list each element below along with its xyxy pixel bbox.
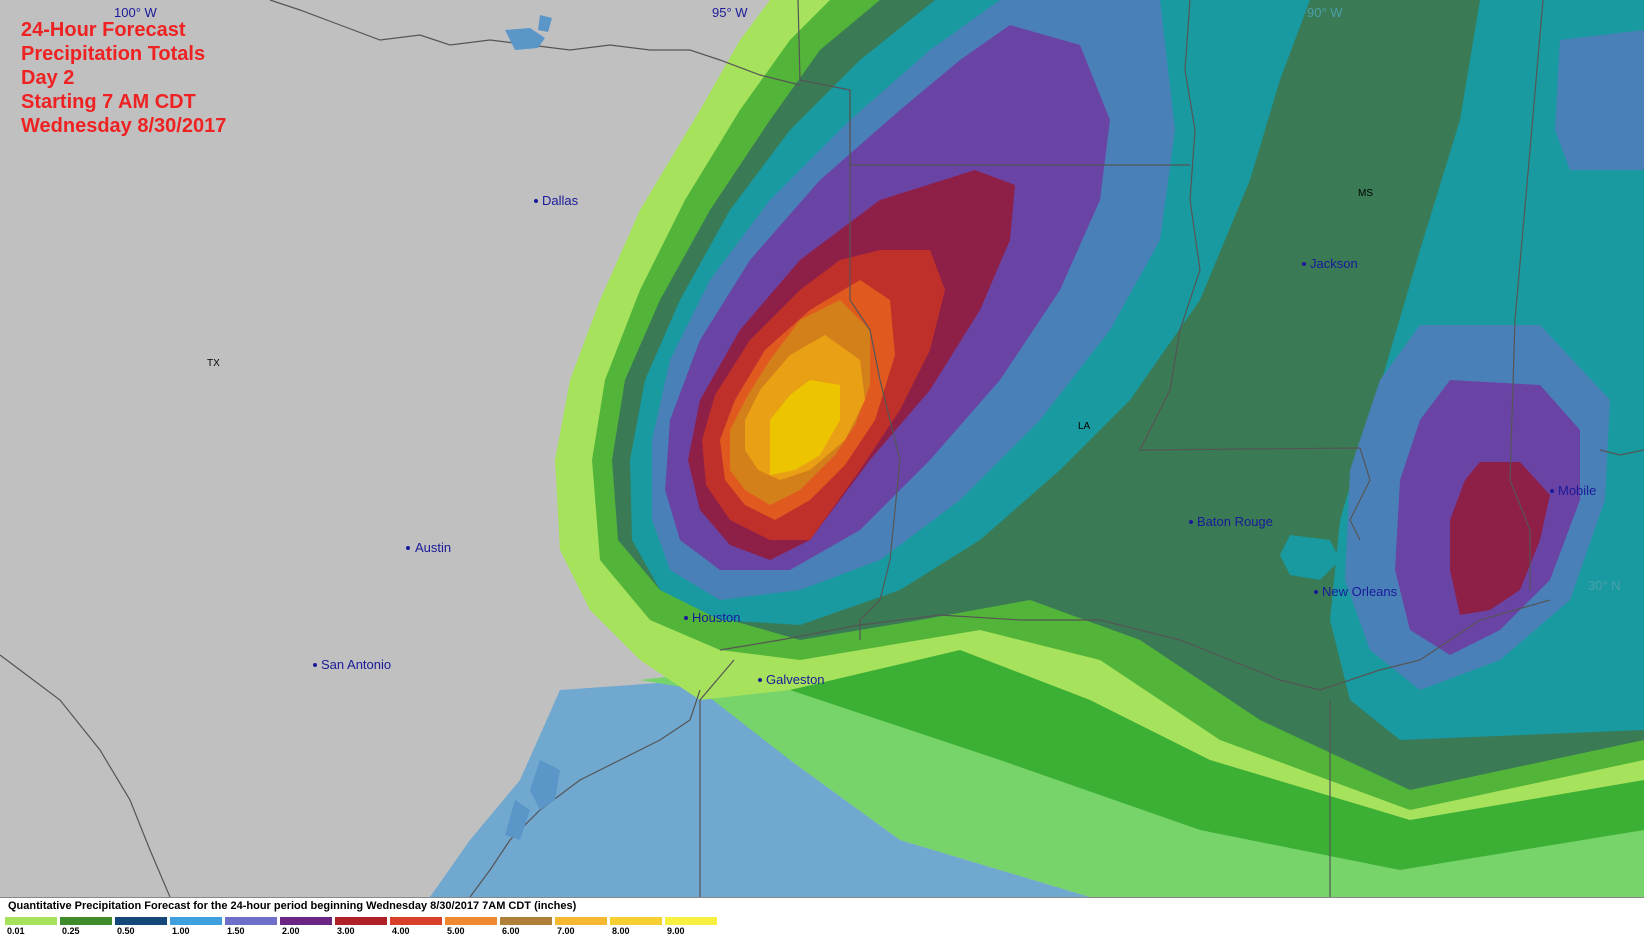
legend-swatch bbox=[445, 917, 497, 925]
legend-swatch bbox=[60, 917, 112, 925]
city-dot bbox=[313, 663, 317, 667]
city-houston: Houston bbox=[684, 610, 740, 625]
city-label: Austin bbox=[415, 540, 451, 555]
legend-bin: 1.00 bbox=[170, 917, 225, 936]
legend-label: 1.00 bbox=[172, 926, 190, 936]
legend-bin: 0.01 bbox=[5, 917, 60, 936]
legend-swatch bbox=[170, 917, 222, 925]
city-san-antonio: San Antonio bbox=[313, 657, 391, 672]
legend-bin: 9.00 bbox=[665, 917, 720, 936]
legend-swatch bbox=[115, 917, 167, 925]
legend-swatch bbox=[500, 917, 552, 925]
legend-bin: 4.00 bbox=[390, 917, 445, 936]
city-label: Dallas bbox=[542, 193, 579, 208]
legend-bin: 1.50 bbox=[225, 917, 280, 936]
legend-label: 9.00 bbox=[667, 926, 685, 936]
legend-label: 0.25 bbox=[62, 926, 80, 936]
legend-bin: 8.00 bbox=[610, 917, 665, 936]
city-label: San Antonio bbox=[321, 657, 391, 672]
legend-swatches: 0.01 0.25 0.50 1.00 1.50 2.00 3.00 4.00 5.00 6.00… bbox=[5, 917, 720, 936]
legend-swatch bbox=[555, 917, 607, 925]
legend-bin: 5.00 bbox=[445, 917, 500, 936]
legend-swatch bbox=[390, 917, 442, 925]
city-dot bbox=[684, 616, 688, 620]
city-label: Mobile bbox=[1558, 483, 1596, 498]
city-label: Baton Rouge bbox=[1197, 514, 1273, 529]
longitude-label-90w: 90° W bbox=[1307, 5, 1343, 20]
state-label-ms: MS bbox=[1358, 188, 1373, 199]
legend-bin: 6.00 bbox=[500, 917, 555, 936]
precipitation-map: 100° W 95° W 90° W 30° N TX LA MS Dallas… bbox=[0, 0, 1644, 897]
legend-swatch bbox=[610, 917, 662, 925]
longitude-label-95w: 95° W bbox=[712, 5, 748, 20]
city-jackson: Jackson bbox=[1302, 256, 1358, 271]
band-1-50-northeast bbox=[1555, 30, 1644, 170]
city-dot bbox=[1189, 520, 1193, 524]
city-dot bbox=[1314, 590, 1318, 594]
latitude-label-30n: 30° N bbox=[1588, 578, 1621, 593]
legend-swatch bbox=[665, 917, 717, 925]
legend-label: 6.00 bbox=[502, 926, 520, 936]
legend-label: 8.00 bbox=[612, 926, 630, 936]
state-label-tx: TX bbox=[207, 358, 220, 369]
legend-bin: 0.50 bbox=[115, 917, 170, 936]
title-line-5: Wednesday 8/30/2017 bbox=[21, 115, 227, 137]
city-dot bbox=[1302, 262, 1306, 266]
city-baton-rouge: Baton Rouge bbox=[1189, 514, 1273, 529]
legend-label: 2.00 bbox=[282, 926, 300, 936]
legend-label: 0.50 bbox=[117, 926, 135, 936]
legend-swatch bbox=[225, 917, 277, 925]
legend-bin: 2.00 bbox=[280, 917, 335, 936]
legend-swatch bbox=[280, 917, 332, 925]
city-dot bbox=[758, 678, 762, 682]
city-label: Galveston bbox=[766, 672, 825, 687]
city-dot bbox=[534, 199, 538, 203]
legend-label: 7.00 bbox=[557, 926, 575, 936]
title-line-1: 24-Hour Forecast bbox=[21, 19, 186, 41]
legend-swatch bbox=[5, 917, 57, 925]
title-line-3: Day 2 bbox=[21, 67, 75, 89]
title-line-4: Starting 7 AM CDT bbox=[21, 91, 196, 113]
city-label: New Orleans bbox=[1322, 584, 1398, 599]
title-line-2: Precipitation Totals bbox=[21, 43, 206, 65]
legend-label: 1.50 bbox=[227, 926, 245, 936]
state-label-la: LA bbox=[1078, 421, 1091, 432]
legend-label: 5.00 bbox=[447, 926, 465, 936]
city-new-orleans: New Orleans bbox=[1314, 584, 1398, 599]
legend-bin: 3.00 bbox=[335, 917, 390, 936]
city-dot bbox=[1550, 489, 1554, 493]
city-label: Jackson bbox=[1310, 256, 1358, 271]
legend-label: 3.00 bbox=[337, 926, 355, 936]
forecast-title: 24-Hour Forecast Precipitation Totals Da… bbox=[21, 18, 226, 138]
legend-swatch bbox=[335, 917, 387, 925]
legend-label: 0.01 bbox=[7, 926, 25, 936]
city-label: Houston bbox=[692, 610, 740, 625]
city-dot bbox=[406, 546, 410, 550]
legend-label: 4.00 bbox=[392, 926, 410, 936]
legend-title: Quantitative Precipitation Forecast for … bbox=[8, 900, 577, 912]
legend-bin: 7.00 bbox=[555, 917, 610, 936]
city-galveston: Galveston bbox=[758, 672, 825, 687]
legend-bin: 0.25 bbox=[60, 917, 115, 936]
precipitation-legend: Quantitative Precipitation Forecast for … bbox=[0, 897, 1644, 941]
